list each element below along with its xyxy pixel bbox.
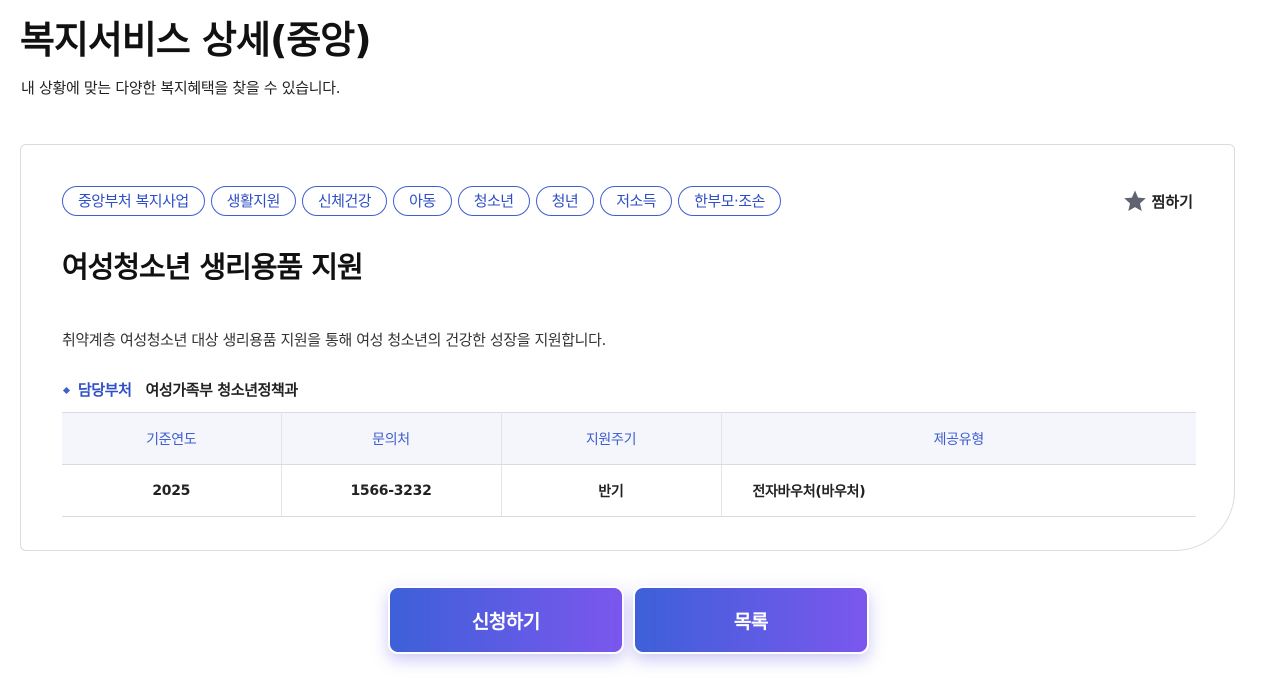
department-value: 여성가족부 청소년정책과: [145, 381, 299, 399]
header-contact: 문의처: [281, 412, 502, 465]
table-header-row: 기준연도 문의처 지원주기 제공유형: [62, 412, 1196, 465]
tag-single-parent[interactable]: 한부모·조손: [678, 186, 781, 216]
cell-support-cycle: 반기: [501, 464, 722, 517]
cell-contact: 1566-3232: [281, 464, 502, 517]
star-icon: [1123, 189, 1147, 213]
header-base-year: 기준연도: [62, 412, 282, 465]
tag-children[interactable]: 아동: [393, 186, 452, 216]
service-title: 여성청소년 생리용품 지원: [62, 250, 364, 284]
service-info-table: 기준연도 문의처 지원주기 제공유형 2025 1566-3232 반기 전자바…: [62, 412, 1196, 517]
page-title: 복지서비스 상세(중앙): [20, 18, 372, 62]
service-detail-card: 중앙부처 복지사업 생활지원 신체건강 아동 청소년 청년 저소득 한부모·조손…: [20, 144, 1235, 551]
tag-living-support[interactable]: 생활지원: [210, 186, 296, 216]
list-button[interactable]: 목록: [633, 586, 869, 654]
tag-adolescent[interactable]: 청소년: [457, 186, 530, 216]
cell-base-year: 2025: [62, 464, 282, 517]
department-info: 담당부처 여성가족부 청소년정책과: [62, 379, 298, 401]
bookmark-button[interactable]: 찜하기: [1123, 186, 1193, 216]
diamond-bullet-icon: [62, 386, 71, 394]
header-provision-type: 제공유형: [721, 412, 1196, 465]
tag-youth[interactable]: 청년: [535, 186, 595, 216]
bookmark-label: 찜하기: [1151, 192, 1193, 211]
cell-provision-type: 전자바우처(바우처): [721, 464, 1196, 517]
tag-central-welfare[interactable]: 중앙부처 복지사업: [62, 186, 205, 216]
department-label: 담당부처: [78, 381, 132, 399]
table-row: 2025 1566-3232 반기 전자바우처(바우처): [62, 464, 1196, 517]
service-description: 취약계층 여성청소년 대상 생리용품 지원을 통해 여성 청소년의 건강한 성장…: [62, 331, 606, 349]
action-buttons: 신청하기 목록: [388, 586, 869, 654]
header-support-cycle: 지원주기: [501, 412, 722, 465]
tag-physical-health[interactable]: 신체건강: [301, 186, 388, 216]
page-subtitle: 내 상황에 맞는 다양한 복지혜택을 찾을 수 있습니다.: [21, 79, 341, 97]
category-tags: 중앙부처 복지사업 생활지원 신체건강 아동 청소년 청년 저소득 한부모·조손: [62, 186, 781, 216]
tag-low-income[interactable]: 저소득: [600, 186, 673, 216]
apply-button[interactable]: 신청하기: [388, 586, 624, 654]
